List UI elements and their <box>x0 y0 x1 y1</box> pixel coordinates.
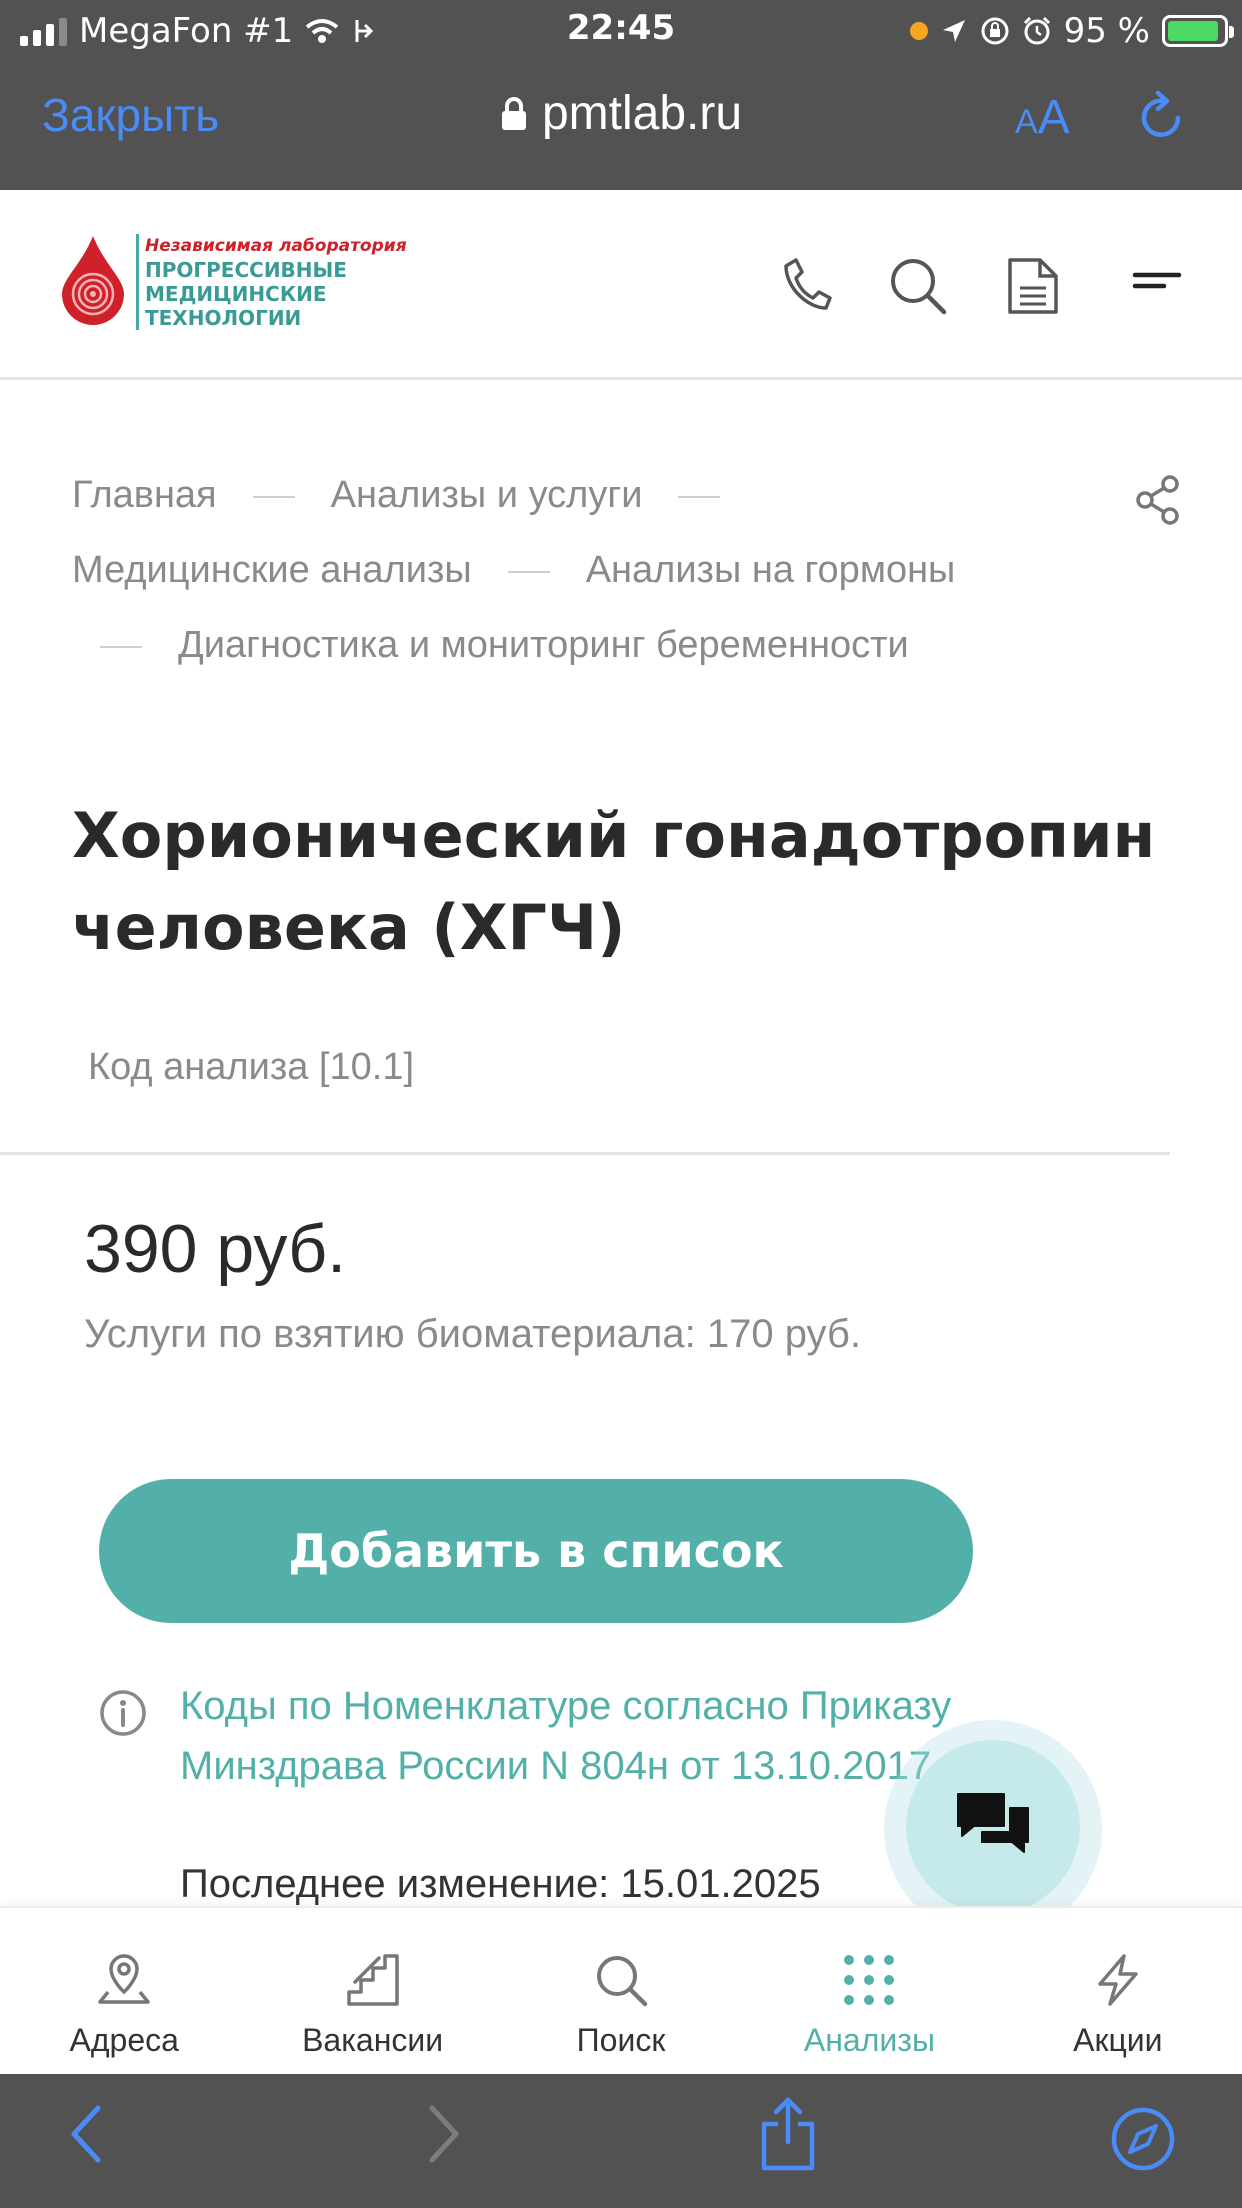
breadcrumb-separator <box>252 495 295 498</box>
menu-icon[interactable] <box>1132 270 1182 300</box>
nomenclature-link[interactable]: Коды по Номенклатуре согласно Приказу Ми… <box>180 1676 1000 1796</box>
compass-icon[interactable] <box>1110 2106 1176 2172</box>
breadcrumb-separator <box>507 570 550 573</box>
stairs-icon <box>346 1954 399 2006</box>
browser-bottom-toolbar <box>0 2074 1242 2208</box>
location-icon <box>942 20 965 42</box>
info-icon <box>100 1690 146 1736</box>
price: 390 руб. <box>84 1211 347 1287</box>
status-bar: MegaFon #1 22:45 95 % <box>0 0 1242 62</box>
breadcrumb-separator <box>100 645 142 648</box>
logo-name-line2: МЕДИЦИНСКИЕ <box>145 282 327 306</box>
service-price: Услуги по взятию биоматериала: 170 руб. <box>84 1312 861 1356</box>
share-sheet-icon[interactable] <box>758 2096 818 2172</box>
logo-name-line1: ПРОГРЕССИВНЫЕ <box>145 258 347 282</box>
nav-item-promotions[interactable]: Акции <box>994 1908 1242 2074</box>
page-title: Хорионический гонадотропин человека (ХГЧ… <box>72 799 1156 964</box>
logo-tagline: Независимая лаборатория <box>145 236 407 256</box>
site-logo[interactable]: Независимая лаборатория ПРОГРЕССИВНЫЕ МЕ… <box>60 234 407 330</box>
map-pin-icon <box>98 1954 150 2004</box>
grid-dots-icon <box>844 1955 895 2005</box>
alarm-icon <box>1023 16 1050 45</box>
nav-item-search[interactable]: Поиск <box>497 1908 745 2074</box>
url-text: pmtlab.ru <box>541 87 743 140</box>
nav-item-vacancies[interactable]: Вакансии <box>248 1908 496 2074</box>
breadcrumb-item-tests-services[interactable]: Анализы и услуги <box>331 474 643 516</box>
divider <box>0 1152 1170 1155</box>
back-icon[interactable] <box>66 2102 106 2166</box>
battery-icon <box>1162 15 1234 47</box>
add-to-list-button[interactable]: Добавить в список <box>99 1479 973 1623</box>
site-header: Независимая лаборатория ПРОГРЕССИВНЫЕ МЕ… <box>0 190 1242 380</box>
blood-drop-logo-icon <box>62 236 124 325</box>
breadcrumb-separator <box>678 495 721 498</box>
breadcrumb-item-medical-tests[interactable]: Медицинские анализы <box>72 549 472 591</box>
rotation-lock-icon <box>981 17 1009 45</box>
breadcrumb-item-hormone-tests[interactable]: Анализы на гормоны <box>586 549 956 591</box>
battery-percent: 95 % <box>1063 11 1150 51</box>
document-icon[interactable] <box>1006 256 1060 316</box>
site-bottom-nav: Адреса Вакансии Поиск Анализы Акции <box>0 1906 1242 2074</box>
share-icon[interactable] <box>1134 474 1182 526</box>
search-icon[interactable] <box>888 256 948 316</box>
nav-item-analyses[interactable]: Анализы <box>745 1908 993 2074</box>
analysis-code: Код анализа [10.1] <box>88 1046 415 1088</box>
last-change-date: Последнее изменение: 15.01.2025 <box>180 1862 821 1906</box>
reload-icon[interactable] <box>1136 90 1188 146</box>
forward-icon[interactable] <box>424 2102 464 2166</box>
nav-item-addresses[interactable]: Адреса <box>0 1908 248 2074</box>
search-icon <box>597 1956 648 2007</box>
lightning-icon <box>1098 1954 1138 2006</box>
privacy-indicator-dot <box>909 22 928 40</box>
chat-icon <box>957 1793 1029 1853</box>
chat-button[interactable] <box>906 1740 1080 1914</box>
breadcrumb-item-home[interactable]: Главная <box>72 474 217 516</box>
logo-name-line3: ТЕХНОЛОГИИ <box>145 306 302 330</box>
browser-toolbar: Закрыть pmtlab.ru AA <box>0 62 1242 190</box>
text-size-button[interactable]: AA <box>1015 90 1070 145</box>
breadcrumb: Главная Анализы и услуги Медицинские анал… <box>72 458 1072 683</box>
breadcrumb-item-pregnancy[interactable]: Диагностика и мониторинг беременности <box>178 624 909 666</box>
phone-icon[interactable] <box>782 256 832 312</box>
lock-icon <box>501 96 526 130</box>
